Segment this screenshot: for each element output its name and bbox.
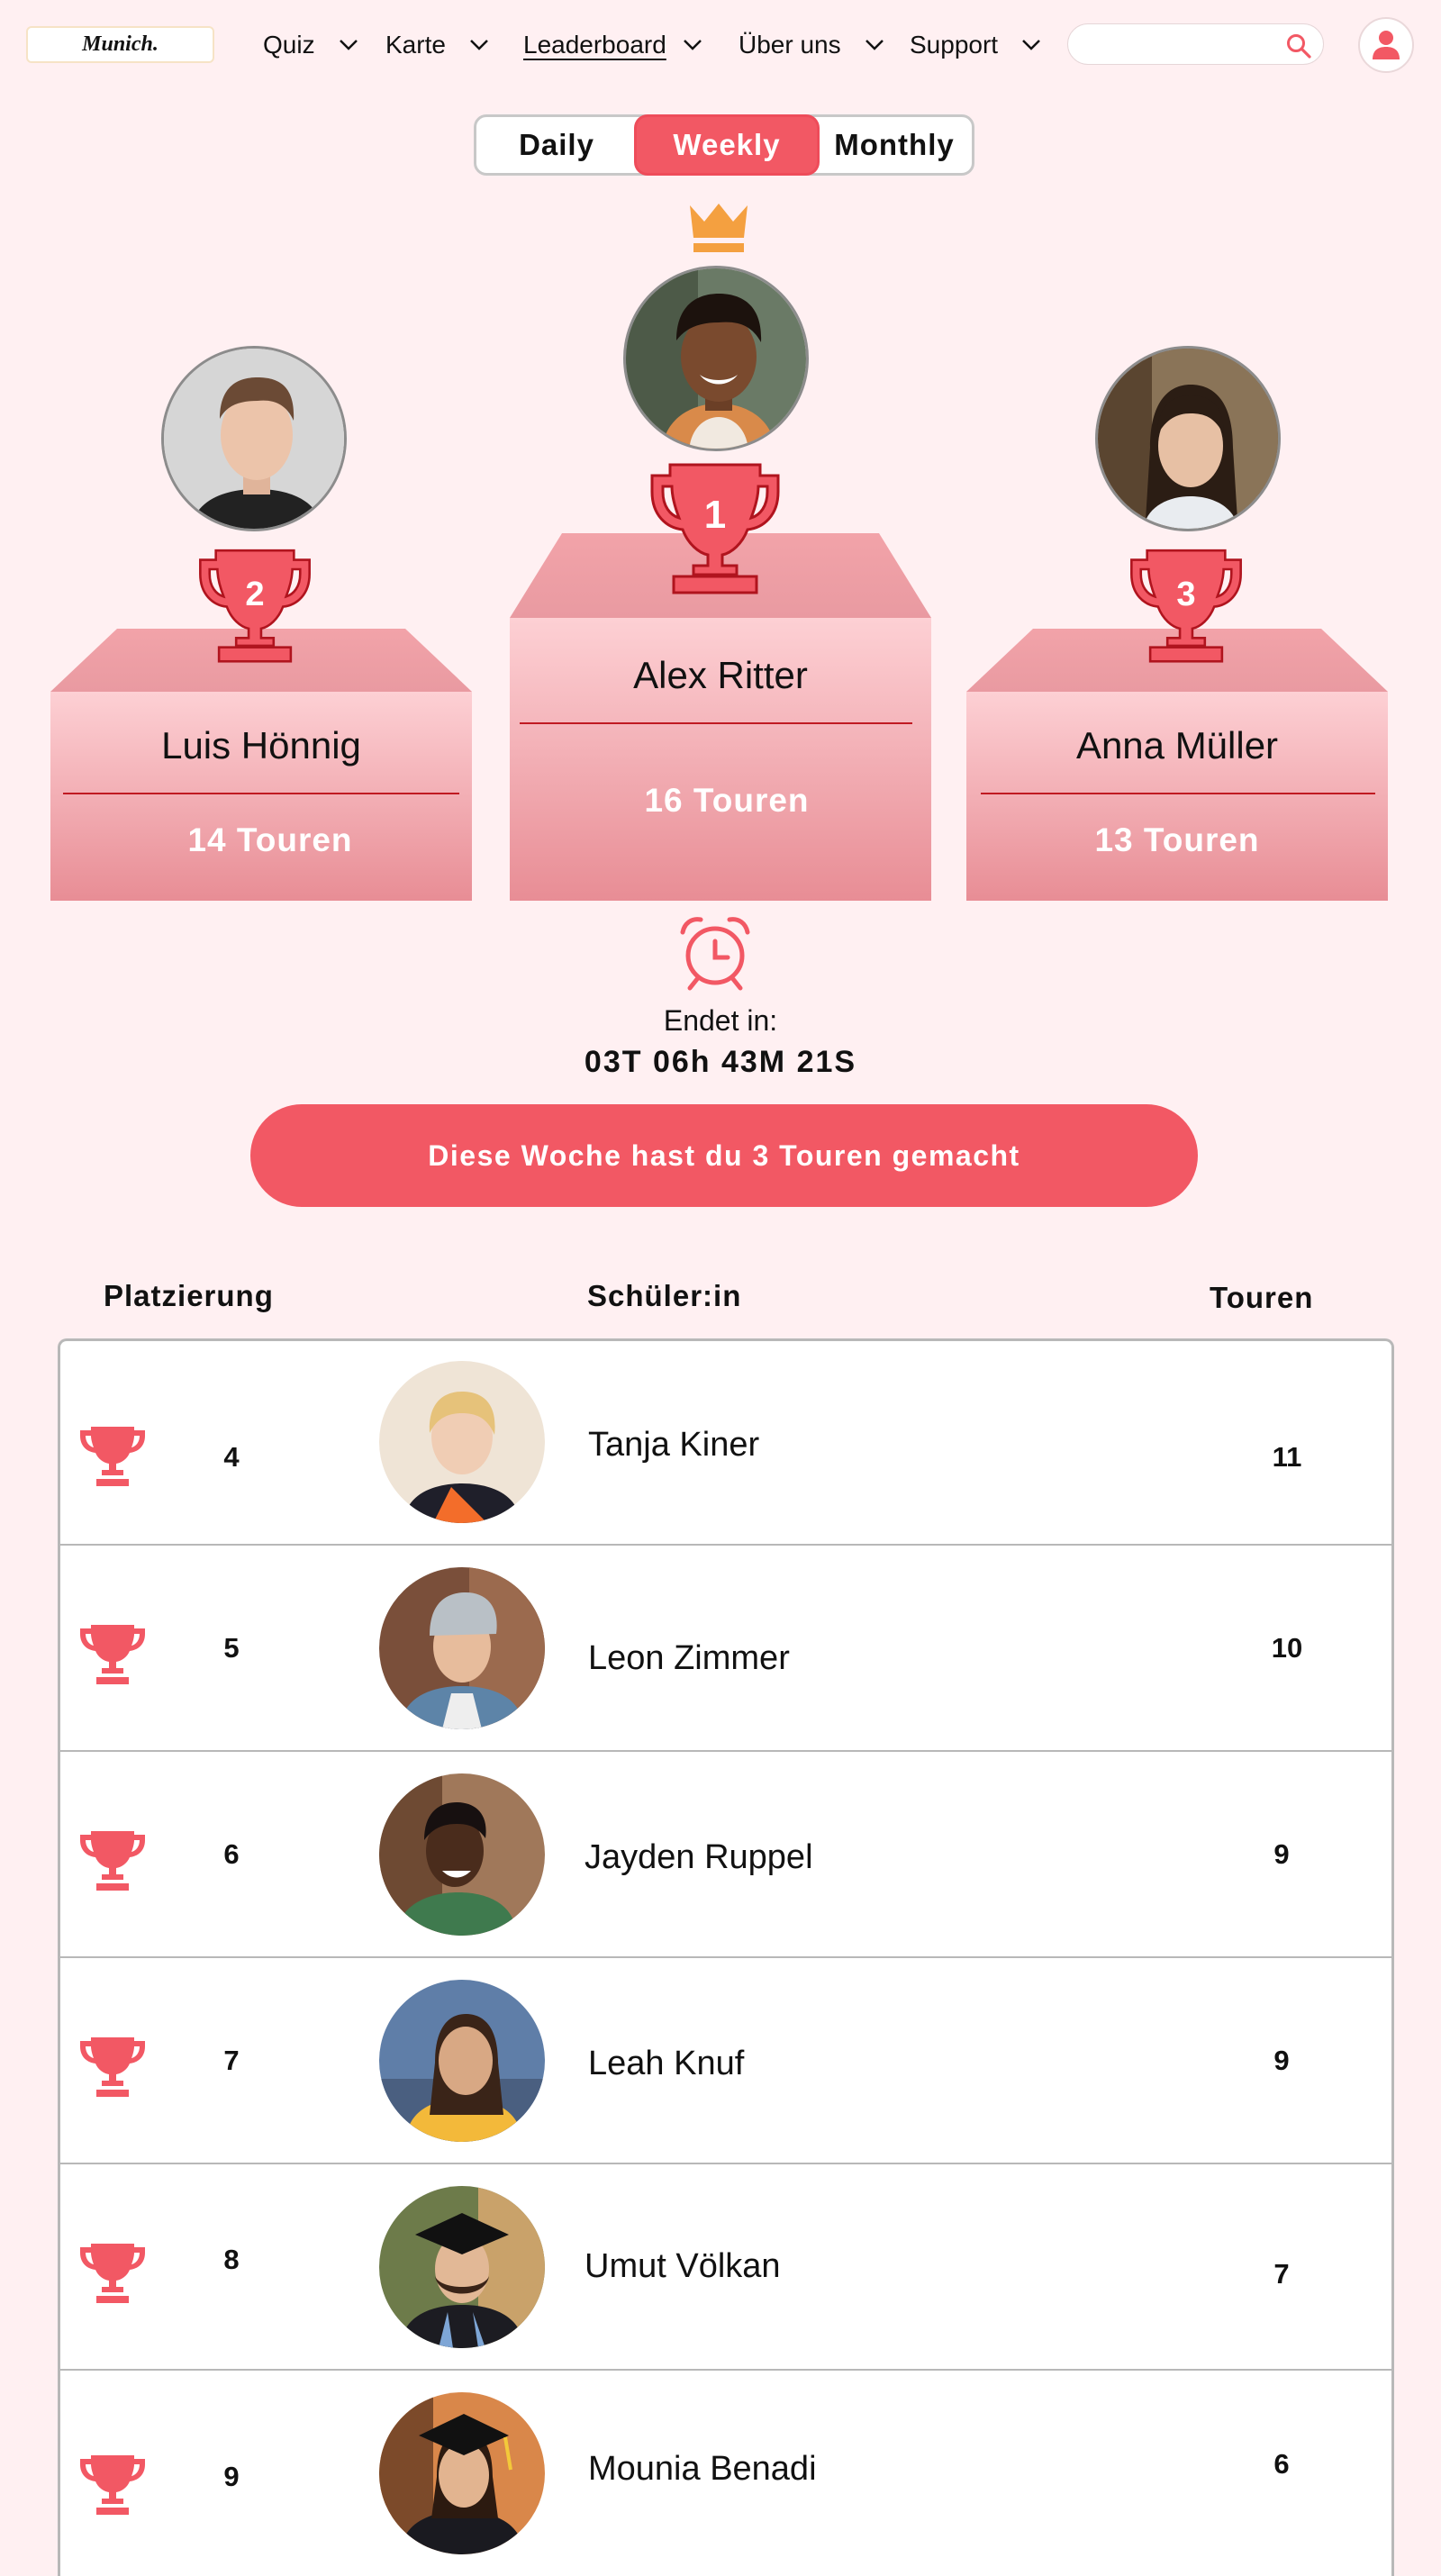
chevron-down-icon (683, 40, 702, 50)
table-row[interactable]: 7 Leah Knuf 9 (60, 1958, 1391, 2164)
column-header-rank: Platzierung (104, 1279, 274, 1312)
search-icon[interactable] (1285, 32, 1312, 59)
tab-monthly[interactable]: Monthly (817, 117, 972, 173)
row-rank: 6 (223, 1838, 240, 1870)
countdown-value: 03T 06h 43M 21S (584, 1045, 857, 1079)
podium-third-name: Anna Müller (1075, 724, 1279, 766)
chevron-down-icon (1022, 40, 1040, 50)
avatar (379, 2392, 545, 2554)
podium-first-name: Alex Ritter (633, 654, 808, 696)
profile-button[interactable] (1358, 17, 1414, 73)
chevron-down-icon (865, 40, 884, 50)
podium-first-avatar (623, 266, 809, 451)
row-name: Jayden Ruppel (585, 1838, 813, 1876)
trophy-third-rank: 3 (1176, 575, 1195, 613)
row-rank: 7 (223, 2045, 240, 2076)
row-score: 10 (1271, 1632, 1303, 1664)
period-tabs: Daily Weekly Monthly (474, 114, 974, 176)
podium-third-score: 13 Touren (1094, 821, 1260, 858)
row-name: Mounia Benadi (588, 2450, 817, 2488)
avatar (379, 1773, 545, 1936)
top-navbar: Munich. Quiz Karte Leaderboard Über uns … (0, 0, 1441, 90)
trophy-second-icon: 2 (199, 549, 311, 663)
weekly-tours-banner[interactable]: Diese Woche hast du 3 Touren gemacht (250, 1104, 1198, 1207)
nav-item-label: Karte (385, 31, 446, 59)
tab-weekly[interactable]: Weekly (637, 117, 817, 173)
trophy-icon (78, 2034, 147, 2099)
nav-item-ueber-uns[interactable]: Über uns (739, 27, 884, 63)
search-input[interactable] (1083, 30, 1281, 60)
row-score: 7 (1273, 2258, 1290, 2290)
table-row[interactable]: 4 Tanja Kiner 11 (60, 1341, 1391, 1546)
chevron-down-icon (470, 40, 488, 50)
row-score: 6 (1273, 2448, 1290, 2480)
chevron-down-icon (339, 40, 358, 50)
nav-item-label: Über uns (739, 31, 841, 59)
table-row[interactable]: 6 Jayden Ruppel 9 (60, 1752, 1391, 1958)
row-name: Umut Völkan (585, 2247, 781, 2285)
row-score: 9 (1273, 2045, 1290, 2076)
podium-second-score: 14 Touren (187, 821, 353, 858)
table-row[interactable]: 9 Mounia Benadi 6 (60, 2371, 1391, 2576)
podium-first-divider (520, 722, 912, 724)
crown-icon (690, 204, 748, 252)
row-rank: 4 (223, 1441, 240, 1473)
podium-first-block: Alex Ritter 16 Touren (510, 618, 931, 901)
user-icon (1373, 31, 1400, 59)
trophy-icon (78, 1621, 147, 1686)
trophy-third-icon: 3 (1130, 549, 1242, 663)
trophy-icon (78, 2240, 147, 2305)
trophy-icon (78, 1423, 147, 1488)
nav-item-label: Support (910, 31, 999, 59)
trophy-first-rank: 1 (704, 493, 726, 537)
munich-logo[interactable]: Munich. (26, 26, 214, 63)
alarm-clock-icon (680, 917, 750, 991)
nav-item-quiz[interactable]: Quiz (263, 27, 358, 63)
column-header-score: Touren (1210, 1281, 1314, 1314)
row-rank: 9 (223, 2461, 240, 2492)
column-header-student: Schüler:in (587, 1279, 742, 1312)
nav-item-label: Leaderboard (523, 31, 666, 59)
row-score: 9 (1273, 1838, 1290, 1870)
avatar (379, 1361, 545, 1523)
nav-item-leaderboard[interactable]: Leaderboard (523, 27, 702, 63)
row-rank: 8 (223, 2244, 240, 2275)
logo-text: Munich. (82, 32, 159, 56)
search-box (1067, 23, 1324, 65)
row-name: Tanja Kiner (588, 1426, 760, 1464)
nav-item-label: Quiz (263, 31, 315, 59)
podium-second-divider (63, 793, 459, 794)
trophy-icon (78, 1828, 147, 1892)
podium-second-avatar (161, 346, 347, 531)
leaderboard-table: 4 Tanja Kiner 11 5 Leon Zimmer 10 6 Jayd… (58, 1338, 1394, 2576)
avatar (379, 1567, 545, 1729)
trophy-first-icon: 1 (650, 463, 780, 594)
nav-item-support[interactable]: Support (910, 27, 1041, 63)
podium-third-avatar (1095, 346, 1281, 531)
podium-second-name: Luis Hönnig (161, 724, 361, 766)
avatar (379, 1980, 545, 2142)
nav-item-karte[interactable]: Karte (385, 27, 489, 63)
table-row[interactable]: 5 Leon Zimmer 10 (60, 1546, 1391, 1752)
row-name: Leon Zimmer (588, 1639, 790, 1677)
podium-third-divider (981, 793, 1375, 794)
avatar (379, 2186, 545, 2348)
trophy-second-rank: 2 (245, 575, 264, 613)
podium-second-block: Luis Hönnig 14 Touren (50, 692, 472, 901)
podium-first-score: 16 Touren (644, 782, 810, 819)
timer-label: Endet in: (663, 1004, 778, 1037)
podium-third-block: Anna Müller 13 Touren (966, 692, 1388, 901)
trophy-icon (78, 2452, 147, 2517)
tab-daily[interactable]: Daily (476, 117, 637, 173)
row-score: 11 (1272, 1441, 1302, 1473)
row-rank: 5 (223, 1632, 240, 1664)
table-row[interactable]: 8 Umut Völkan 7 (60, 2164, 1391, 2371)
row-name: Leah Knuf (588, 2045, 745, 2082)
